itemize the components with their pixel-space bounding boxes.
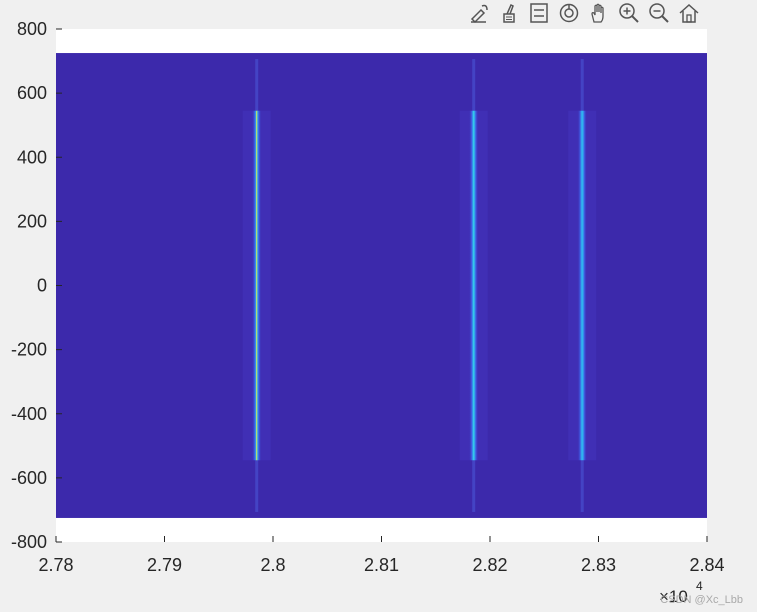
ridge-tail (472, 59, 476, 512)
ridge-2 (468, 110, 479, 461)
pan-hand-icon[interactable] (586, 1, 612, 25)
y-tick-label: -600 (11, 468, 47, 488)
figure-window: 2.78 2.79 2.8 2.81 2.82 2.83 2.84 800 600 400 200… (0, 0, 757, 612)
y-tick-labels: 800 600 400 200 0 -200 -400 -600 -800 (11, 19, 47, 552)
home-icon[interactable] (676, 1, 702, 25)
heatmap-chart[interactable]: 2.78 2.79 2.8 2.81 2.82 2.83 2.84 800 600 400 200… (0, 0, 757, 612)
x-tick-label: 2.83 (581, 555, 616, 575)
y-tick-label: -400 (11, 404, 47, 424)
ridge-tail (580, 59, 584, 512)
y-ticks (56, 28, 62, 543)
x-tick-label: 2.84 (689, 555, 724, 575)
x-tick-label: 2.78 (38, 555, 73, 575)
watermark: CSDN @Xc_Lbb (660, 594, 743, 606)
legend-icon[interactable] (526, 1, 552, 25)
rotate-icon[interactable] (556, 1, 582, 25)
y-tick-label: 800 (17, 19, 47, 39)
brush-edit-icon[interactable] (466, 1, 492, 25)
y-tick-label: 400 (17, 147, 47, 167)
y-tick-label: -200 (11, 340, 47, 360)
x-tick-labels: 2.78 2.79 2.8 2.81 2.82 2.83 2.84 (38, 555, 724, 575)
y-tick-label: 200 (17, 211, 47, 231)
x-tick-label: 2.79 (147, 555, 182, 575)
zoom-out-icon[interactable] (646, 1, 672, 25)
x-tick-label: 2.81 (364, 555, 399, 575)
x-ticks (55, 536, 708, 542)
x-exponent-power: 4 (696, 579, 703, 593)
heatmap-background (56, 53, 707, 518)
data-cursor-icon[interactable] (496, 1, 522, 25)
ridge-layer (242, 59, 597, 512)
y-tick-label: 600 (17, 83, 47, 103)
axes-background (56, 29, 707, 542)
ridge-halo (459, 110, 488, 461)
zoom-in-icon[interactable] (616, 1, 642, 25)
axes-toolbar (466, 0, 706, 26)
ridge-1 (251, 110, 262, 461)
y-tick-label: -800 (11, 532, 47, 552)
ridge-halo (568, 110, 597, 461)
ridge-tail (255, 59, 259, 512)
ridge-halo (242, 110, 271, 461)
ridge-3 (577, 110, 588, 461)
x-tick-label: 2.8 (260, 555, 285, 575)
heatmap-image (56, 53, 707, 518)
y-tick-label: 0 (37, 276, 47, 296)
x-tick-label: 2.82 (472, 555, 507, 575)
